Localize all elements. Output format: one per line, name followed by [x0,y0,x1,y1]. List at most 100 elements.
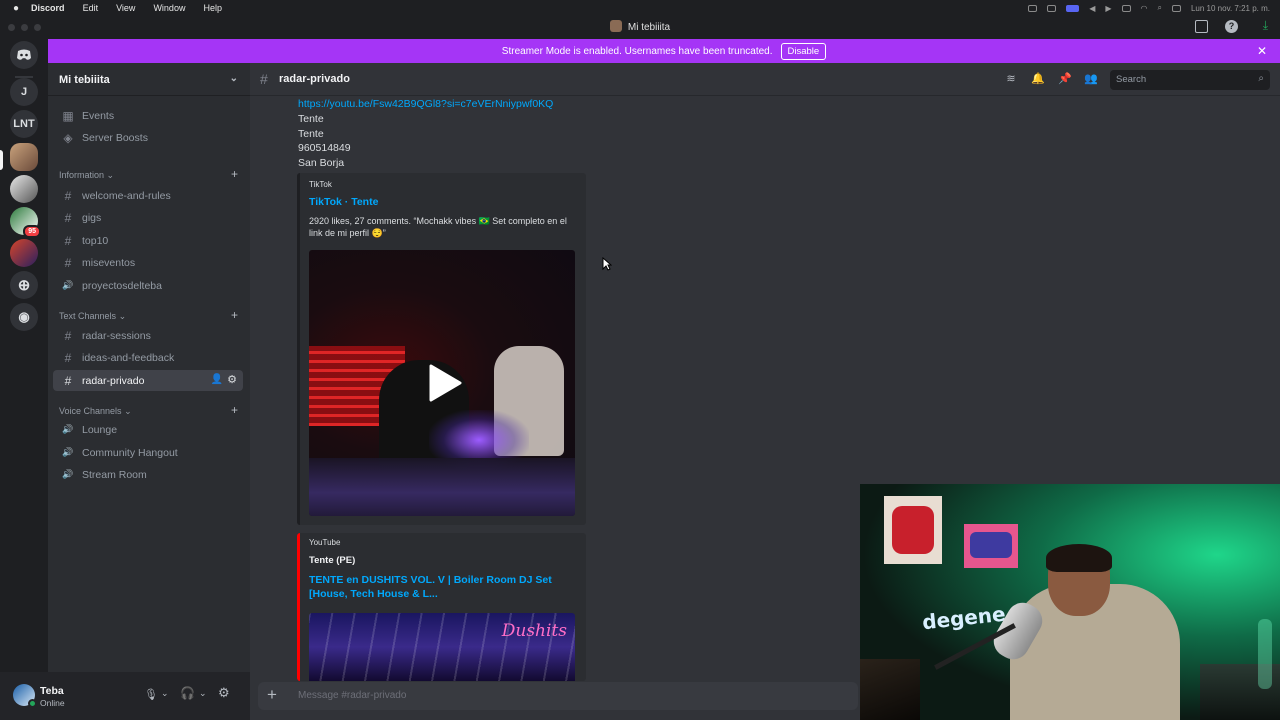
close-icon[interactable]: ✕ [1257,44,1267,58]
search-icon[interactable]: ⌕ [1158,3,1162,13]
channel-radar-sessions[interactable]: # radar-sessions [53,325,243,346]
embed-provider[interactable]: TikTok [309,180,332,189]
invite-icon[interactable]: 👤 [211,374,223,385]
menu-help[interactable]: Help [203,3,222,13]
gear-icon[interactable]: ⚙ [227,373,237,386]
create-channel-icon[interactable]: + [231,403,238,417]
avatar[interactable] [13,684,37,708]
discord-home-icon[interactable] [10,41,38,69]
category-information[interactable]: Information ⌄ [59,170,114,181]
thumbnail-logo: Dushits [501,621,567,641]
message-link[interactable]: https://youtu.be/Fsw42B9QGl8?si=c7eVErNn… [298,98,553,110]
channel-lounge[interactable]: 🔊 Lounge [53,419,243,440]
text-channel-icon: # [64,210,72,225]
channel-radar-privado[interactable]: # radar-privado 👤 ⚙ [53,370,243,391]
channel-ideas-and-feedback[interactable]: # ideas-and-feedback [53,347,243,368]
channel-gigs[interactable]: # gigs [53,207,243,228]
server-avatar-icon [609,20,622,32]
create-channel-icon[interactable]: + [231,308,238,322]
create-channel-icon[interactable]: + [231,167,238,181]
mac-menubar: ● Discord Edit View Window Help ◀ ▶ ◠ ⌕ … [0,0,1280,16]
microphone-icon[interactable]: 🎙 [144,688,158,701]
window-titlebar: Mi tebiiita ? ⤓ [0,16,1280,39]
channel-stream-room[interactable]: 🔊 Stream Room [53,464,243,485]
embed-title[interactable]: TENTE en DUSHITS VOL. V | Boiler Room DJ… [309,573,579,601]
server-j[interactable]: J [10,78,38,106]
channel-miseventos[interactable]: # miseventos [53,252,243,273]
chevron-down-icon: ⌄ [229,73,238,84]
volume-icon[interactable]: ◀ [1089,4,1095,13]
server-avatar[interactable] [10,239,38,267]
attach-plus-icon[interactable]: + [267,685,277,705]
search-input[interactable]: Search ⌕ [1110,70,1270,90]
pin-icon[interactable]: 📌 [1058,72,1072,86]
server-avatar[interactable]: 95 [10,207,41,238]
threads-icon[interactable]: ≋ [1004,72,1018,86]
text-channel-icon: # [64,188,72,203]
download-icon[interactable]: ⤓ [1263,18,1268,33]
webcam-overlay: degene [860,484,1280,720]
apple-icon[interactable]: ● [13,3,19,14]
category-text-channels[interactable]: Text Channels ⌄ [59,311,126,322]
channel-title: radar-privado [279,73,350,85]
wall-poster [964,524,1018,568]
menu-view[interactable]: View [116,3,135,13]
person-hair [1046,544,1112,572]
add-server-icon[interactable]: ⊕ [10,271,38,299]
headphones-icon[interactable]: 🎧 [180,686,195,700]
banner-text: Streamer Mode is enabled. Usernames have… [501,45,773,57]
embed-provider[interactable]: YouTube [309,538,340,547]
message-input[interactable]: Message #radar-privado [298,690,406,701]
discover-icon[interactable]: ◉ [10,303,38,331]
play-icon[interactable] [427,363,463,403]
message-line: San Borja [298,157,345,169]
server-mi-tebiiita[interactable] [10,143,38,171]
glass-bottle [1258,619,1272,689]
youtube-embed: YouTube Tente (PE) TENTE en DUSHITS VOL.… [297,533,586,681]
text-channel-icon: # [64,373,72,388]
disable-button[interactable]: Disable [780,42,827,60]
menu-app-discord[interactable]: Discord [31,3,65,13]
play-icon[interactable]: ▶ [1105,4,1111,13]
streamer-mode-banner: Streamer Mode is enabled. Usernames have… [48,39,1280,63]
chevron-down-icon[interactable]: ⌄ [161,688,169,699]
menu-edit[interactable]: Edit [83,3,99,13]
help-icon[interactable]: ? [1225,20,1238,33]
category-voice-channels[interactable]: Voice Channels ⌄ [59,406,132,417]
member-list-icon[interactable]: 👥 [1084,72,1098,86]
server-lnt[interactable]: LNT [10,110,38,138]
status-icon[interactable] [1028,4,1038,12]
embed-author[interactable]: Tente (PE) [309,555,355,566]
channel-welcome-and-rules[interactable]: # welcome-and-rules [53,185,243,206]
status-icon[interactable] [1047,4,1057,12]
username[interactable]: Teba [40,685,64,697]
message-composer[interactable]: + Message #radar-privado [258,682,858,710]
user-status: Online [40,698,65,708]
channel-community-hangout[interactable]: 🔊 Community Hangout [53,442,243,463]
server-name-header[interactable]: Mi tebiiita ⌄ [48,63,250,96]
chevron-down-icon: ⌄ [124,406,132,416]
bell-icon[interactable]: 🔔 [1031,72,1045,86]
video-thumbnail[interactable] [309,250,575,516]
sidebar-item-server-boosts[interactable]: ◈ Server Boosts [53,127,243,148]
chevron-down-icon: ⌄ [106,170,115,180]
gear-icon[interactable]: ⚙ [218,685,230,701]
text-channel-icon: # [64,328,72,343]
control-center-icon[interactable] [1171,4,1181,12]
wall-poster [884,496,942,564]
embed-title[interactable]: TikTok · Tente [309,196,378,208]
speaker-icon: 🔊 [62,424,74,434]
sidebar-item-events[interactable]: ▦ Events [53,105,243,126]
screen-record-icon[interactable] [1066,4,1080,12]
server-avatar[interactable] [10,175,38,203]
chevron-down-icon[interactable]: ⌄ [199,688,207,699]
clock-text[interactable]: Lun 10 nov. 7:21 p. m. [1191,4,1270,13]
channel-proyectosdelteba[interactable]: 🔊 proyectosdelteba [53,275,243,296]
menu-window[interactable]: Window [153,3,185,13]
battery-icon[interactable] [1121,4,1131,12]
channel-top10[interactable]: # top10 [53,230,243,251]
window-title: Mi tebiiita [0,20,1280,33]
video-thumbnail[interactable]: Dushits [309,613,575,681]
wifi-icon[interactable]: ◠ [1141,4,1148,13]
inbox-icon[interactable] [1195,20,1208,33]
